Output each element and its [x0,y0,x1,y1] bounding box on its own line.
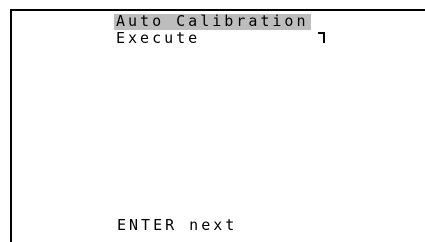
screen-title: Auto Calibration [114,12,311,30]
footer-hint: ENTER next [117,216,238,234]
corner-marker-icon [317,32,325,44]
lcd-frame-top-border [10,9,425,11]
menu-item-execute[interactable]: Execute [116,31,200,46]
lcd-frame-left-border [10,9,12,242]
